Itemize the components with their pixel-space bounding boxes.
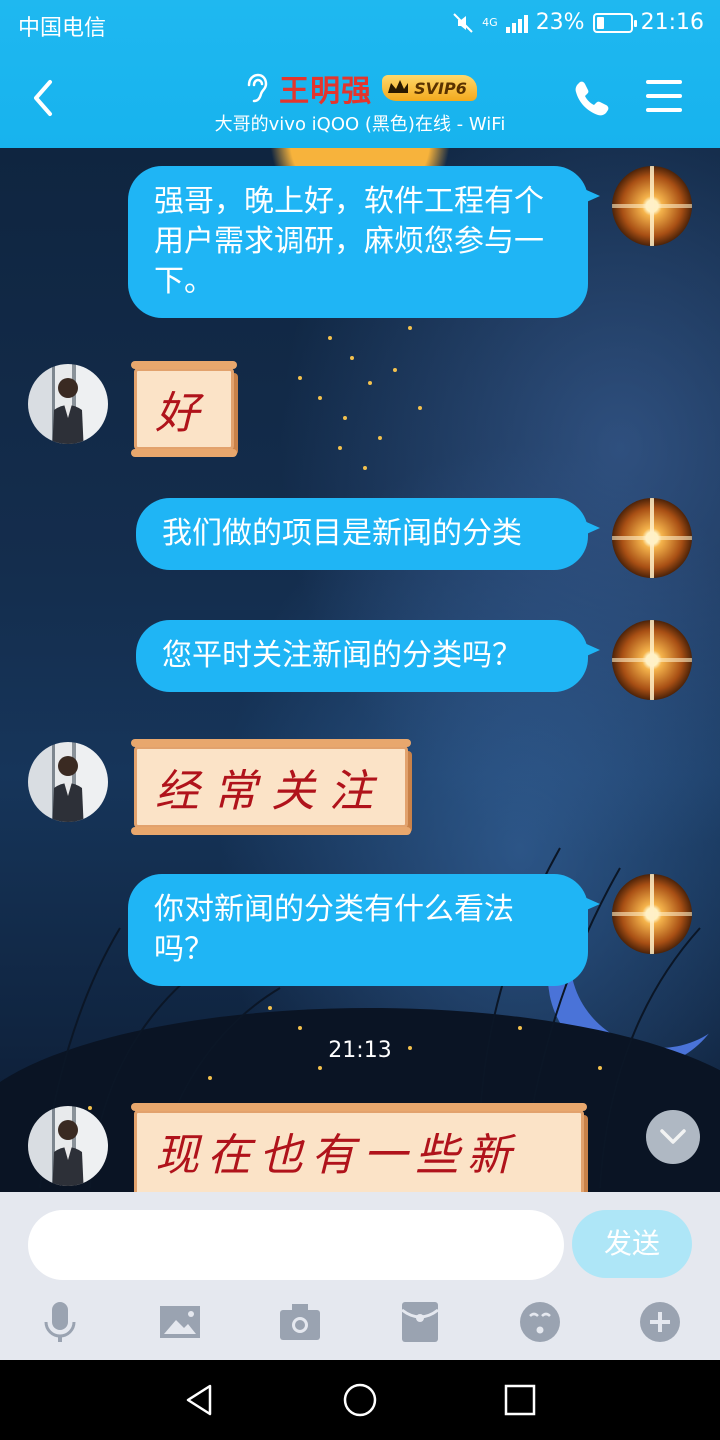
red-packet-icon [401, 1302, 439, 1342]
person-figure [52, 756, 84, 822]
image-icon [160, 1306, 200, 1338]
online-status: 大哥的vivo iQOO (黑色)在线 - WiFi [214, 114, 506, 135]
contact-name: 王明强 [279, 74, 373, 109]
menu-line [646, 108, 682, 112]
red-packet-button[interactable] [398, 1300, 442, 1344]
my-avatar[interactable] [612, 498, 692, 578]
person-figure [52, 378, 84, 444]
scroll-message-received[interactable]: 好 [131, 361, 237, 457]
my-avatar[interactable] [612, 620, 692, 700]
circle-home-icon [343, 1383, 377, 1417]
chat-title[interactable]: 王明强 SVIP6 [0, 66, 720, 110]
status-indicators: 4G 23% 21:16 [452, 10, 704, 35]
composer: 发送 [0, 1192, 720, 1360]
photo-button[interactable] [158, 1300, 202, 1344]
message-bubble-sent[interactable]: 你对新闻的分类有什么看法吗？ [128, 874, 600, 986]
scroll-message-received[interactable]: 现在也有一些新闻 [131, 1103, 587, 1192]
battery-fill [596, 16, 604, 29]
signal-icon [505, 13, 528, 33]
camera-button[interactable] [278, 1300, 322, 1344]
menu-button[interactable] [646, 80, 682, 114]
battery-percent: 23% [535, 10, 585, 35]
crown-icon [388, 80, 409, 93]
carrier-label: 中国电信 [18, 16, 107, 41]
contact-avatar[interactable] [28, 364, 108, 444]
mute-icon [452, 12, 474, 34]
message-bubble-sent[interactable]: 您平时关注新闻的分类吗？ [136, 620, 600, 692]
clock: 21:16 [640, 10, 704, 35]
call-button[interactable] [572, 78, 612, 118]
message-bubble-sent[interactable]: 强哥，晚上好，软件工程有个用户需求调研，麻烦您参与一下。 [128, 166, 600, 318]
top-bar: 中国电信 4G 23% 21:16 王明强 SVIP6 大哥的vivo iQOO… [0, 0, 720, 148]
menu-line [646, 80, 682, 84]
camera-icon [280, 1304, 320, 1340]
scroll-to-bottom-button[interactable] [646, 1110, 700, 1164]
contact-avatar[interactable] [28, 742, 108, 822]
status-bar: 中国电信 4G 23% 21:16 [0, 0, 720, 50]
svip-badge: SVIP6 [382, 75, 477, 101]
contact-avatar[interactable] [28, 1106, 108, 1186]
svip-label: SVIP6 [414, 78, 467, 98]
my-avatar[interactable] [612, 166, 692, 246]
battery-icon [592, 12, 637, 33]
emoji-button[interactable] [518, 1300, 562, 1344]
network-type-label: 4G [482, 15, 498, 29]
voice-button[interactable] [38, 1300, 82, 1344]
microphone-icon [44, 1302, 76, 1342]
triangle-back-icon [186, 1384, 212, 1416]
scroll-message-received[interactable]: 经常关注 [131, 739, 411, 835]
square-recents-icon [504, 1384, 536, 1416]
person-figure [52, 1120, 84, 1186]
message-input[interactable] [28, 1210, 564, 1280]
plus-icon [640, 1302, 680, 1342]
nav-back-button[interactable] [180, 1380, 220, 1420]
nav-home-button[interactable] [340, 1380, 380, 1420]
chat-area[interactable]: 强哥，晚上好，软件工程有个用户需求调研，麻烦您参与一下。 好 我们做的项目是新闻… [0, 148, 720, 1192]
message-timestamp: 21:13 [328, 1038, 392, 1063]
emoji-icon [520, 1302, 560, 1342]
nav-recents-button[interactable] [500, 1380, 540, 1420]
phone-icon [575, 81, 609, 116]
system-nav-bar [0, 1360, 720, 1440]
my-avatar[interactable] [612, 874, 692, 954]
chevron-down-icon [660, 1129, 686, 1144]
more-button[interactable] [638, 1300, 682, 1344]
ear-icon [247, 73, 268, 103]
send-button[interactable]: 发送 [572, 1210, 692, 1278]
menu-line [646, 94, 682, 98]
message-bubble-sent[interactable]: 我们做的项目是新闻的分类 [136, 498, 600, 570]
